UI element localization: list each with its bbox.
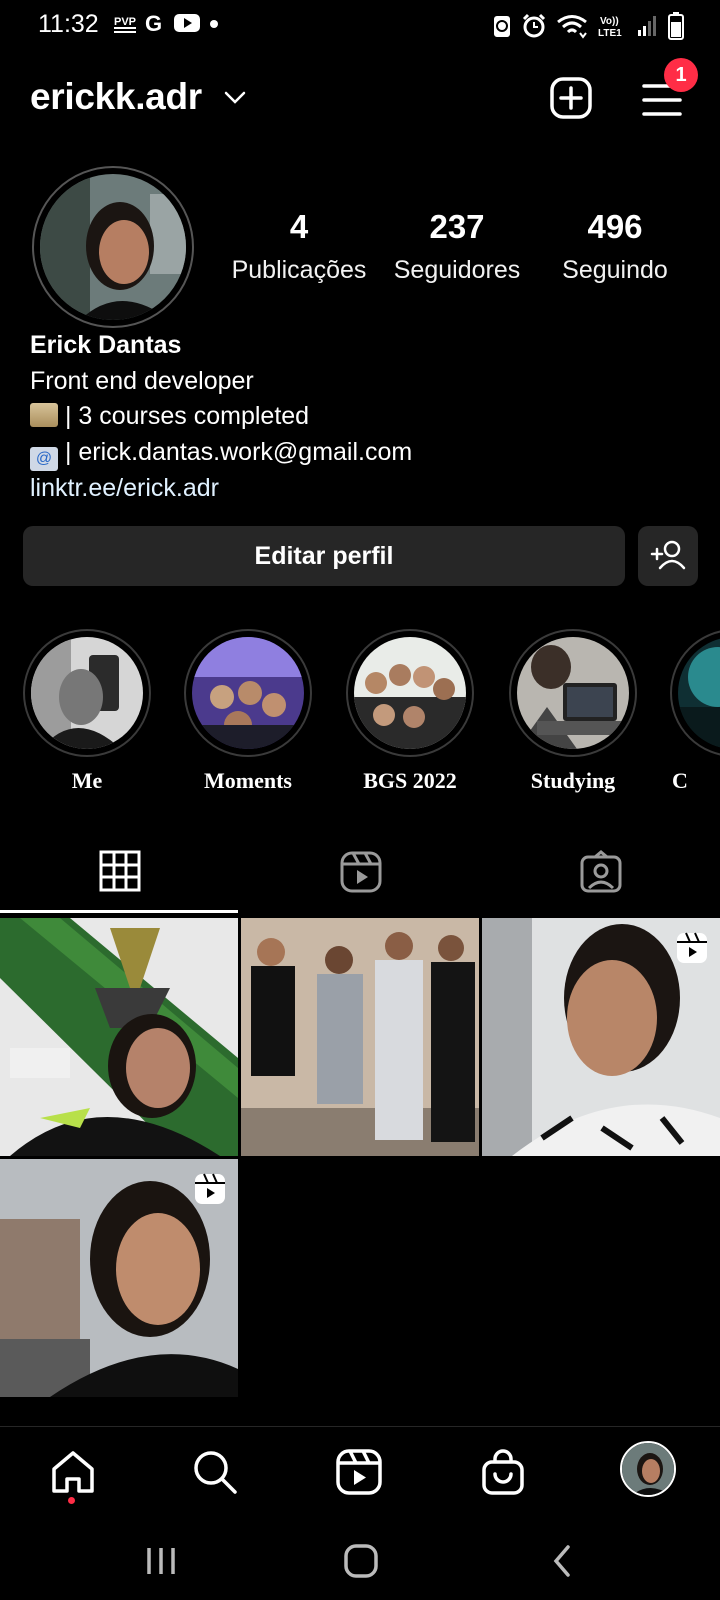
- profile-link[interactable]: linktr.ee/erick.adr: [30, 471, 412, 507]
- highlight-label: C: [672, 768, 688, 793]
- profile-header: erickk.adr: [0, 60, 720, 130]
- reel-icon: [194, 1173, 226, 1205]
- pvp-icon: PVP: [114, 13, 136, 39]
- data-saver-icon: [492, 13, 512, 44]
- add-person-icon: [638, 540, 698, 590]
- highlight-cover: [354, 637, 466, 749]
- create-post-button[interactable]: [549, 76, 593, 120]
- svg-text:G: G: [145, 12, 162, 34]
- edit-profile-button[interactable]: Editar perfil: [23, 526, 625, 586]
- scroll-emoji-icon: [30, 403, 58, 427]
- stat-following-value: 496: [587, 208, 643, 245]
- volte-icon: Vo)) LTE1: [598, 13, 628, 44]
- nav-shop[interactable]: [478, 1447, 528, 1497]
- highlight-cover-ring: [509, 629, 637, 757]
- discover-people-button[interactable]: [638, 526, 698, 586]
- highlight-cover-ring: [346, 629, 474, 757]
- highlight-cover-ring: [670, 629, 720, 757]
- reels-icon: [340, 851, 382, 893]
- dot-icon: [208, 13, 220, 39]
- highlight-cover-ring: [184, 629, 312, 757]
- username[interactable]: erickk.adr: [30, 76, 202, 118]
- notification-badge: 1: [664, 58, 698, 92]
- stat-following-label: Seguindo: [562, 256, 668, 284]
- bio-line-email: @ | erick.dantas.work@gmail.com: [30, 435, 412, 471]
- highlight-moments[interactable]: Moments: [183, 629, 313, 794]
- stat-followers[interactable]: 237 Seguidores: [386, 208, 528, 285]
- stat-followers-value: 237: [429, 208, 485, 245]
- svg-text:PVP: PVP: [114, 16, 136, 28]
- highlight-cover: [517, 637, 629, 749]
- shop-icon: [482, 1449, 524, 1495]
- bio-line-courses: | 3 courses completed: [30, 399, 412, 435]
- chevron-down-icon[interactable]: [222, 86, 248, 108]
- youtube-icon: [174, 13, 200, 39]
- post-thumbnail[interactable]: [0, 918, 238, 1156]
- highlight-cover: [192, 637, 304, 749]
- google-icon: G: [144, 11, 166, 40]
- home-icon: [52, 1451, 94, 1493]
- nav-home[interactable]: [48, 1447, 98, 1497]
- highlight-label: Studying: [530, 768, 616, 793]
- stat-followers-label: Seguidores: [393, 256, 521, 284]
- bio-email-text: | erick.dantas.work@gmail.com: [64, 437, 413, 466]
- tab-tagged[interactable]: [480, 830, 720, 916]
- back-button[interactable]: [540, 1538, 586, 1584]
- stat-posts[interactable]: 4 Publicações: [228, 208, 370, 285]
- tagged-icon: [580, 850, 622, 893]
- nav-search[interactable]: [190, 1447, 240, 1497]
- home-circle-icon: [344, 1544, 378, 1578]
- highlight-cover: [31, 637, 143, 749]
- profile-screen: 11:32 PVP G Vo)) LTE1 erickk.adr 1 4 Pub…: [0, 0, 720, 1600]
- grid-icon: [99, 850, 141, 892]
- recent-apps-icon: [147, 1548, 175, 1574]
- highlight-label: BGS 2022: [363, 768, 457, 793]
- active-tab-indicator: [0, 910, 238, 913]
- alarm-icon: [522, 13, 546, 44]
- stat-posts-label: Publicações: [231, 256, 367, 284]
- stat-following[interactable]: 496 Seguindo: [546, 208, 684, 285]
- highlight-cover-ring: [23, 629, 151, 757]
- highlight-me[interactable]: Me: [22, 629, 152, 794]
- bio-courses-text: | 3 courses completed: [64, 402, 310, 430]
- system-navigation-bar: [0, 1520, 720, 1600]
- post-thumbnail-reel[interactable]: [482, 918, 720, 1156]
- wifi-icon: [556, 13, 588, 44]
- tab-grid[interactable]: [0, 830, 240, 916]
- battery-icon: [668, 12, 684, 45]
- stat-posts-value: 4: [289, 208, 309, 245]
- profile-name: Erick Dantas: [30, 331, 182, 359]
- reels-icon: [336, 1449, 382, 1495]
- post-thumbnail-reel[interactable]: [0, 1159, 238, 1397]
- email-emoji-icon: @: [30, 446, 58, 471]
- nav-profile-avatar[interactable]: [620, 1441, 676, 1497]
- home-system-button[interactable]: [338, 1538, 384, 1584]
- back-icon: [553, 1545, 570, 1577]
- bottom-navigation: [0, 1426, 720, 1520]
- highlight-label: Me: [71, 768, 103, 793]
- profile-bio: Erick Dantas Front end developer | 3 cou…: [30, 328, 412, 506]
- profile-photo: [40, 174, 186, 320]
- signal-icon: [638, 14, 658, 43]
- status-bar: 11:32 PVP G Vo)) LTE1: [0, 0, 720, 52]
- home-notification-dot: [68, 1497, 75, 1504]
- reel-icon: [676, 932, 708, 964]
- highlight-cover: [678, 637, 720, 749]
- bio-line-role: Front end developer: [30, 366, 254, 395]
- recent-apps-button[interactable]: [138, 1538, 184, 1584]
- highlight-label: Moments: [204, 768, 292, 793]
- svg-text:Vo)): Vo)): [600, 16, 619, 27]
- svg-text:LTE1: LTE1: [598, 28, 622, 39]
- highlight-studying[interactable]: Studying: [508, 629, 638, 794]
- profile-avatar[interactable]: [32, 166, 194, 328]
- status-time: 11:32: [38, 10, 99, 38]
- highlight-bgs-2022[interactable]: BGS 2022: [345, 629, 475, 794]
- status-left-icons: PVP G: [114, 11, 220, 40]
- post-thumbnail[interactable]: [241, 918, 479, 1156]
- highlight-c[interactable]: C: [670, 629, 720, 794]
- search-icon: [194, 1451, 237, 1494]
- nav-reels[interactable]: [334, 1447, 384, 1497]
- status-right-icons: Vo)) LTE1: [492, 12, 684, 45]
- tab-reels[interactable]: [240, 830, 480, 916]
